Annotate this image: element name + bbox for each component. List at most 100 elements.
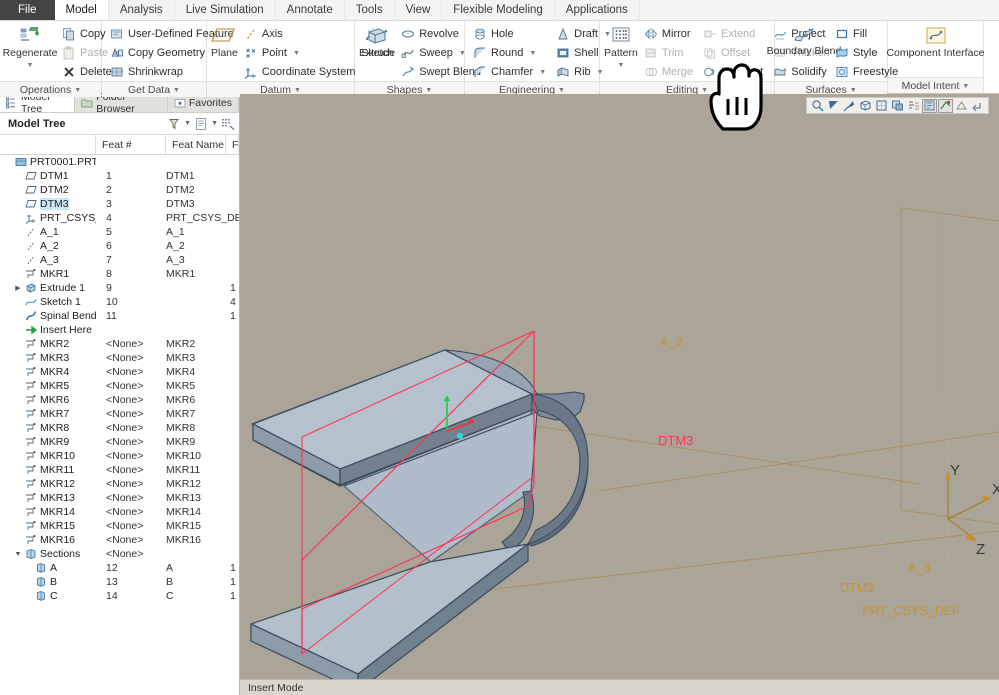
tree-row-mkr3[interactable]: ▶MKR3<None>MKR3 <box>0 351 239 365</box>
ribbon-group-title-model-intent[interactable]: Model Intent ▼ <box>888 77 983 93</box>
point-button[interactable]: Point ▼ <box>240 44 360 62</box>
ribbon-group-title-operations[interactable]: Operations ▼ <box>0 81 101 97</box>
tree-row-mkr11[interactable]: ▶MKR11<None>MKR11 <box>0 463 239 477</box>
tree-row-mkr7[interactable]: ▶MKR7<None>MKR7 <box>0 407 239 421</box>
tab-flexible-modeling[interactable]: Flexible Modeling <box>442 0 555 20</box>
chevron-down-icon[interactable]: ▼ <box>173 87 180 94</box>
chevron-down-icon[interactable]: ▼ <box>558 87 565 94</box>
tab-tools[interactable]: Tools <box>345 0 395 20</box>
chevron-down-icon[interactable]: ▼ <box>425 87 432 94</box>
point-caret-icon[interactable]: ▼ <box>293 50 300 57</box>
zoom-refit-icon[interactable] <box>810 99 825 113</box>
reorient-icon[interactable] <box>858 99 873 113</box>
datum-display-icon[interactable] <box>922 98 937 113</box>
chevron-down-icon[interactable]: ▼ <box>14 551 22 558</box>
tree-row-sketch-1[interactable]: ▶Sketch 1104 <box>0 295 239 309</box>
tree-row-mkr9[interactable]: ▶MKR9<None>MKR9 <box>0 435 239 449</box>
round-caret-icon[interactable]: ▼ <box>529 50 536 57</box>
chamfer-caret-icon[interactable]: ▼ <box>539 69 546 76</box>
graphics-viewport[interactable]: Y X Z A_2 DTM2 PRT_CSYS_DEF A_3 A_1 DTM3 <box>240 94 999 695</box>
chevron-down-icon[interactable]: ▼ <box>962 83 969 90</box>
tree-row-extrude-1[interactable]: ▶ Extrude 1 9 1 <box>0 281 239 295</box>
tree-row-mkr12[interactable]: ▶MKR12<None>MKR12 <box>0 477 239 491</box>
tree-row-mkr1[interactable]: ▶MKR18MKR1 <box>0 267 239 281</box>
chevron-down-icon[interactable]: ▼ <box>184 120 191 127</box>
tree-row-mkr14[interactable]: ▶MKR14<None>MKR14 <box>0 505 239 519</box>
tree-columns-icon[interactable] <box>221 117 235 131</box>
filter-icon[interactable] <box>167 117 181 131</box>
tab-model[interactable]: Model <box>54 0 109 20</box>
chevron-down-icon[interactable]: ▼ <box>211 120 218 127</box>
settings-list-icon[interactable] <box>194 117 208 131</box>
axis-button[interactable]: Axis <box>240 25 360 43</box>
intersect-button[interactable]: Intersect <box>699 63 767 81</box>
boundary-blend-button[interactable]: Boundary Blend <box>767 24 841 56</box>
tree-row-mkr4[interactable]: ▶MKR4<None>MKR4 <box>0 365 239 379</box>
zoom-out-icon[interactable] <box>842 99 857 113</box>
round-button[interactable]: Round ▼ <box>469 44 550 62</box>
regenerate-button[interactable]: Regenerate ▼ <box>3 24 57 71</box>
tree-row-mkr5[interactable]: ▶MKR5<None>MKR5 <box>0 379 239 393</box>
coordinate-system-button[interactable]: Coordinate System <box>240 63 360 81</box>
chevron-right-icon[interactable]: ▶ <box>14 284 22 292</box>
column-header-feat-name[interactable]: Feat Name <box>166 134 226 155</box>
mirror-button[interactable]: Mirror <box>640 25 697 43</box>
extrude-button[interactable]: Extrude <box>359 24 395 59</box>
column-header-name[interactable] <box>0 134 96 155</box>
hole-button[interactable]: Hole <box>469 25 550 43</box>
plane-button[interactable]: Plane <box>211 24 238 59</box>
tree-row-c[interactable]: ▶C14C1 <box>0 589 239 603</box>
graphics-toolbar[interactable] <box>806 97 989 114</box>
tree-row-mkr13[interactable]: ▶MKR13<None>MKR13 <box>0 491 239 505</box>
chevron-down-icon[interactable]: ▼ <box>701 87 708 94</box>
tree-row-sections[interactable]: ▼ Sections <None> <box>0 547 239 561</box>
tab-file[interactable]: File <box>0 0 55 20</box>
appearance-icon[interactable] <box>970 99 985 113</box>
view-manager-icon[interactable] <box>890 99 905 113</box>
component-interface-button[interactable]: Component Interface <box>886 24 985 58</box>
chevron-down-icon[interactable]: ▼ <box>294 87 301 94</box>
tree-row-mkr8[interactable]: ▶MKR8<None>MKR8 <box>0 421 239 435</box>
annotation-display-icon[interactable] <box>938 98 953 113</box>
ribbon-group-title-get-data[interactable]: Get Data ▼ <box>102 81 206 97</box>
tree-row-a-1[interactable]: ▶A_15A_1 <box>0 225 239 239</box>
tree-row-mkr16[interactable]: ▶MKR16<None>MKR16 <box>0 533 239 547</box>
chevron-down-icon[interactable]: ▼ <box>850 87 857 94</box>
column-header-feat-num[interactable]: Feat # <box>96 134 166 155</box>
tree-row-a-2[interactable]: ▶A_26A_2 <box>0 239 239 253</box>
tab-applications[interactable]: Applications <box>555 0 640 20</box>
column-header-partial[interactable]: Fe <box>226 134 239 155</box>
spin-center-icon[interactable] <box>954 99 969 113</box>
pattern-caret-icon[interactable]: ▼ <box>617 60 624 71</box>
trim-button[interactable]: Trim <box>640 44 697 62</box>
chamfer-button[interactable]: Chamfer ▼ <box>469 63 550 81</box>
chevron-down-icon[interactable]: ▼ <box>74 87 81 94</box>
extend-button[interactable]: Extend <box>699 25 767 43</box>
tree-row-dtm3[interactable]: ▶DTM33DTM3 <box>0 197 239 211</box>
zoom-in-icon[interactable] <box>826 99 841 113</box>
tree-row-dtm1[interactable]: ▶DTM11DTM1 <box>0 169 239 183</box>
display-style-icon[interactable] <box>906 99 921 113</box>
tree-row-a-3[interactable]: ▶A_37A_3 <box>0 253 239 267</box>
tab-live-simulation[interactable]: Live Simulation <box>175 0 276 20</box>
merge-button[interactable]: Merge <box>640 63 697 81</box>
tree-row-prt-csys-def[interactable]: ▶PRT_CSYS_DEF4PRT_CSYS_DEF <box>0 211 239 225</box>
tab-view[interactable]: View <box>395 0 443 20</box>
offset-button[interactable]: Offset <box>699 44 767 62</box>
tab-annotate[interactable]: Annotate <box>276 0 345 20</box>
tree-row-insert-here[interactable]: ▶Insert Here <box>0 323 239 337</box>
model-tree-rows[interactable]: ▶PRT0001.PRT▶DTM11DTM1▶DTM22DTM2▶DTM33DT… <box>0 155 239 695</box>
tree-row-b[interactable]: ▶B13B1 <box>0 575 239 589</box>
tree-row-a[interactable]: ▶A12A1 <box>0 561 239 575</box>
pattern-button[interactable]: Pattern ▼ <box>604 24 638 71</box>
tab-analysis[interactable]: Analysis <box>109 0 175 20</box>
saved-views-icon[interactable] <box>874 99 889 113</box>
tree-row-spinal-bend-1[interactable]: ▶Spinal Bend 1111 <box>0 309 239 323</box>
tree-row-mkr10[interactable]: ▶MKR10<None>MKR10 <box>0 449 239 463</box>
tree-row-prt0001-prt[interactable]: ▶PRT0001.PRT <box>0 155 239 169</box>
regenerate-caret-icon[interactable]: ▼ <box>27 60 34 71</box>
tree-row-mkr15[interactable]: ▶MKR15<None>MKR15 <box>0 519 239 533</box>
tree-row-mkr2[interactable]: ▶MKR2<None>MKR2 <box>0 337 239 351</box>
tree-row-mkr6[interactable]: ▶MKR6<None>MKR6 <box>0 393 239 407</box>
tree-row-dtm2[interactable]: ▶DTM22DTM2 <box>0 183 239 197</box>
